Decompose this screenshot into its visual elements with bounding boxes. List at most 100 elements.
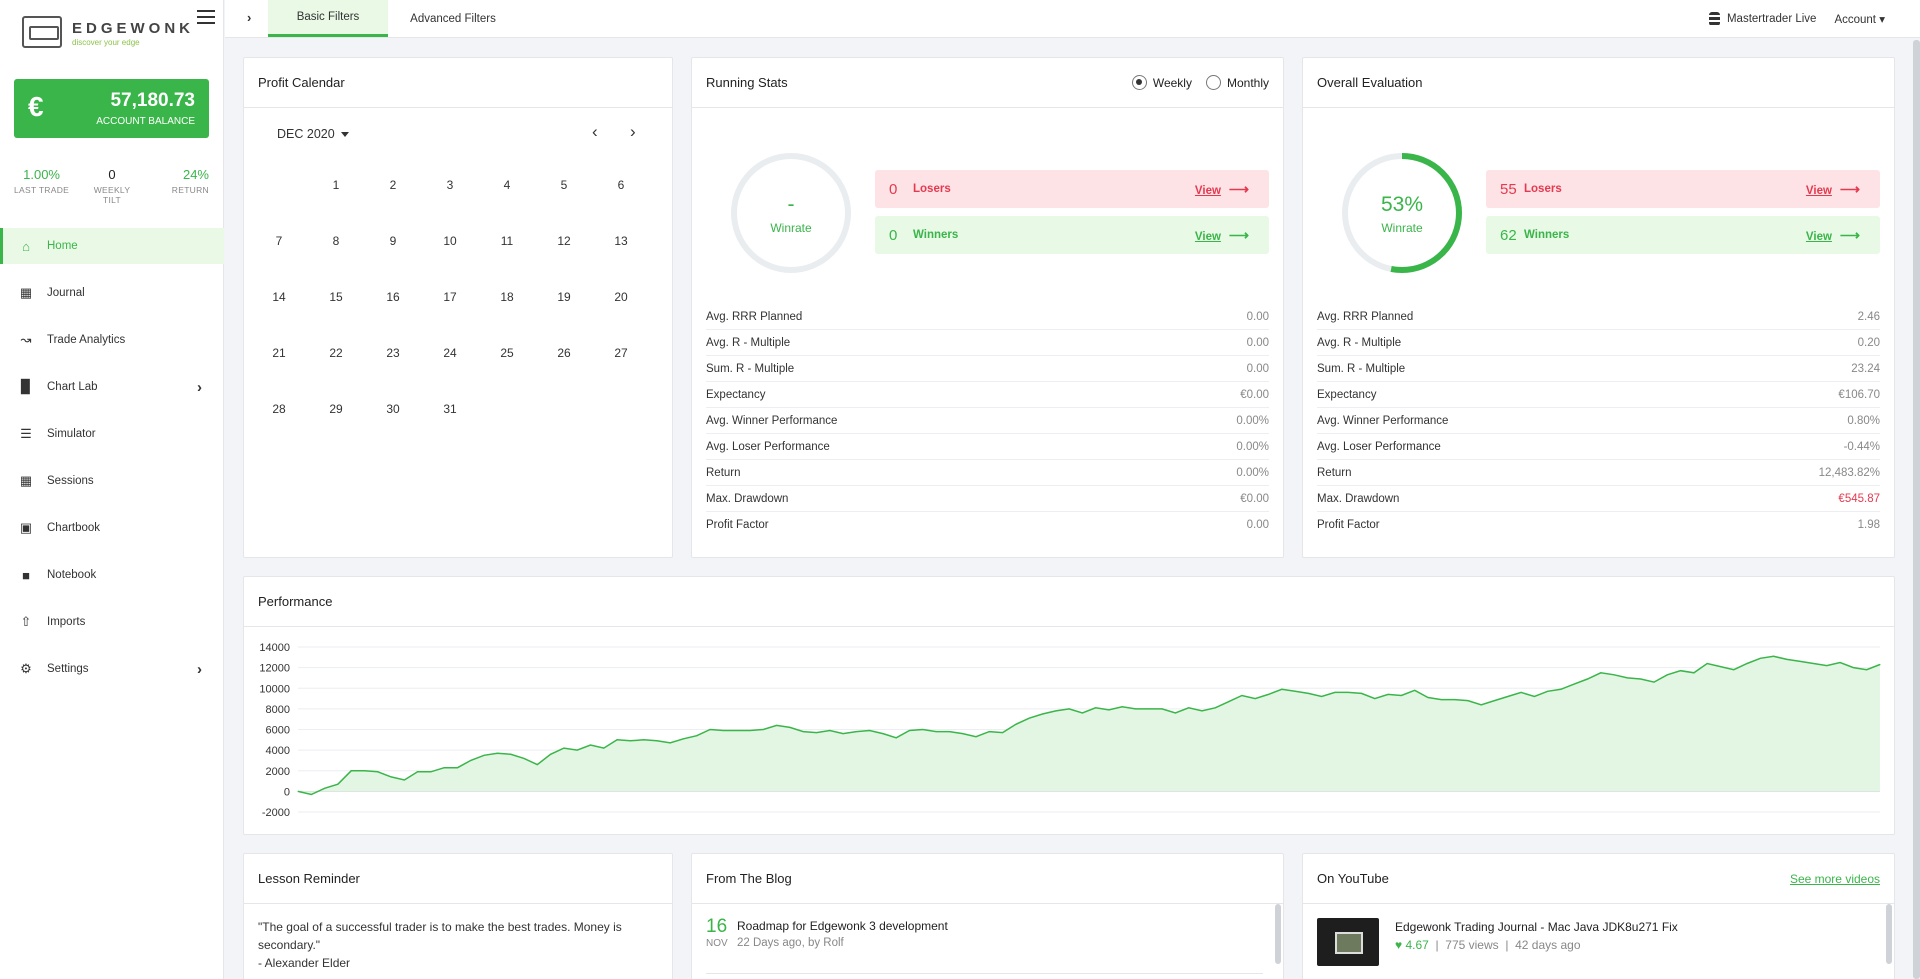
calendar-day[interactable]: 31	[435, 402, 465, 416]
performance-point	[1826, 665, 1828, 667]
performance-point	[550, 753, 552, 755]
calendar-day[interactable]: 20	[606, 290, 636, 304]
account-name[interactable]: Mastertrader Live	[1727, 13, 1816, 25]
caret-down-icon	[340, 132, 349, 138]
calendar-day[interactable]: 22	[321, 346, 351, 360]
sidebar-item-sessions[interactable]: ▦ Sessions	[0, 463, 224, 499]
performance-point	[1267, 693, 1269, 695]
youtube-scrollbar[interactable]	[1886, 904, 1892, 964]
sidebar-item-settings[interactable]: ⚙ Settings ›	[0, 651, 224, 687]
sidebar-item-home[interactable]: ⌂ Home	[0, 228, 224, 264]
panel-title: Lesson Reminder	[244, 854, 672, 904]
monthly-radio[interactable]: Monthly	[1205, 75, 1269, 90]
performance-point	[1507, 696, 1509, 697]
calendar-day[interactable]: 15	[321, 290, 351, 304]
calendar-day[interactable]: 5	[549, 178, 579, 192]
winrate-label: Winrate	[1381, 221, 1423, 235]
video-thumbnail[interactable]	[1317, 918, 1379, 966]
calendar-day[interactable]: 25	[492, 346, 522, 360]
performance-point	[1081, 712, 1083, 714]
performance-point	[988, 731, 990, 733]
sidebar-item-trade-analytics[interactable]: ↝ Trade Analytics	[0, 322, 224, 358]
calendar-day[interactable]: 23	[378, 346, 408, 360]
sidebar-item-simulator[interactable]: ☰ Simulator	[0, 416, 224, 452]
calendar-day[interactable]: 10	[435, 234, 465, 248]
sidebar-item-imports[interactable]: ⇧ Imports	[0, 604, 224, 640]
view-losers-link[interactable]: View ⟶	[1806, 181, 1860, 198]
calendar-day[interactable]: 8	[321, 234, 351, 248]
calendar-day[interactable]: 19	[549, 290, 579, 304]
calendar-day[interactable]: 9	[378, 234, 408, 248]
blog-post[interactable]: 16 NOV Roadmap for Edgewonk 3 developmen…	[706, 914, 1263, 974]
blog-scrollbar[interactable]	[1275, 904, 1281, 964]
calendar-day[interactable]: 3	[435, 178, 465, 192]
calendar-day[interactable]: 17	[435, 290, 465, 304]
calendar-day[interactable]: 21	[264, 346, 294, 360]
calendar-day[interactable]: 27	[606, 346, 636, 360]
sidebar-item-notebook[interactable]: ■ Notebook	[0, 557, 224, 593]
calendar-day[interactable]: 29	[321, 402, 351, 416]
performance-point	[1241, 694, 1243, 696]
performance-point	[882, 733, 884, 735]
video-title[interactable]: Edgewonk Trading Journal - Mac Java JDK8…	[1395, 920, 1678, 934]
account-menu[interactable]: Account ▾	[1834, 12, 1885, 26]
calendar-day[interactable]: 4	[492, 178, 522, 192]
stat-value: 0.00%	[1236, 466, 1269, 479]
sidebar-item-chart-lab[interactable]: ▉ Chart Lab ›	[0, 369, 224, 405]
view-losers-link[interactable]: View ⟶	[1195, 181, 1249, 198]
last-trade-label: LAST TRADE	[14, 185, 70, 195]
calendar-day[interactable]: 2	[378, 178, 408, 192]
calendar-day[interactable]: 7	[264, 234, 294, 248]
performance-point	[363, 770, 365, 772]
stat-label: Avg. Loser Performance	[706, 440, 830, 453]
performance-point	[1161, 708, 1163, 710]
calendar-day[interactable]: 26	[549, 346, 579, 360]
account-balance-card: € 57,180.73 ACCOUNT BALANCE	[14, 79, 209, 138]
performance-point	[1493, 700, 1495, 702]
performance-point	[1613, 674, 1615, 676]
calendar-day[interactable]: 24	[435, 346, 465, 360]
calendar-day[interactable]: 28	[264, 402, 294, 416]
view-winners-link[interactable]: View ⟶	[1195, 227, 1249, 244]
filter-expand-chevron-icon[interactable]: ›	[247, 10, 251, 25]
calendar-day[interactable]: 18	[492, 290, 522, 304]
performance-point	[457, 767, 459, 769]
performance-point	[1666, 674, 1668, 676]
calendar-day[interactable]: 1	[321, 178, 351, 192]
see-more-videos-link[interactable]: See more videos	[1790, 872, 1880, 886]
performance-point	[776, 724, 778, 726]
stat-label: Max. Drawdown	[1317, 492, 1400, 505]
sidebar-item-chartbook[interactable]: ▣ Chartbook	[0, 510, 224, 546]
next-month-chevron-icon[interactable]: ›	[630, 122, 636, 142]
performance-point	[855, 731, 857, 733]
quote-author: - Alexander Elder	[258, 956, 351, 970]
sidebar-item-journal[interactable]: ▦ Journal	[0, 275, 224, 311]
blog-post-title[interactable]: Roadmap for Edgewonk 3 development	[737, 919, 948, 933]
hamburger-menu-icon[interactable]	[197, 10, 215, 26]
calendar-day[interactable]: 6	[606, 178, 636, 192]
tab-advanced-filters[interactable]: Advanced Filters	[396, 0, 510, 37]
month-selector[interactable]: DEC 2020	[277, 127, 349, 141]
prev-month-chevron-icon[interactable]: ‹	[592, 122, 598, 142]
calendar-day[interactable]: 14	[264, 290, 294, 304]
weekly-radio[interactable]: Weekly	[1131, 75, 1192, 90]
y-tick-label: 2000	[266, 766, 290, 778]
calendar-day[interactable]: 11	[492, 234, 522, 248]
calendar-day[interactable]: 13	[606, 234, 636, 248]
calendar-day[interactable]: 12	[549, 234, 579, 248]
page-scrollbar[interactable]	[1913, 40, 1920, 979]
view-winners-link[interactable]: View ⟶	[1806, 227, 1860, 244]
edgewonk-logo[interactable]: EDGEWONK discover your edge	[22, 14, 190, 50]
calendar-day[interactable]: 30	[378, 402, 408, 416]
tab-basic-filters[interactable]: Basic Filters	[268, 0, 388, 37]
view-label: View	[1805, 230, 1832, 243]
performance-point	[470, 759, 472, 761]
performance-point	[563, 747, 565, 749]
account-menu-label: Account	[1834, 13, 1877, 26]
calendar-day[interactable]: 16	[378, 290, 408, 304]
line-chart-icon: ↝	[20, 332, 32, 347]
stat-value: €0.00	[1240, 388, 1269, 401]
bar-chart-icon: ▉	[21, 379, 31, 394]
performance-point	[736, 730, 738, 732]
panel-title-text: On YouTube	[1317, 871, 1389, 886]
